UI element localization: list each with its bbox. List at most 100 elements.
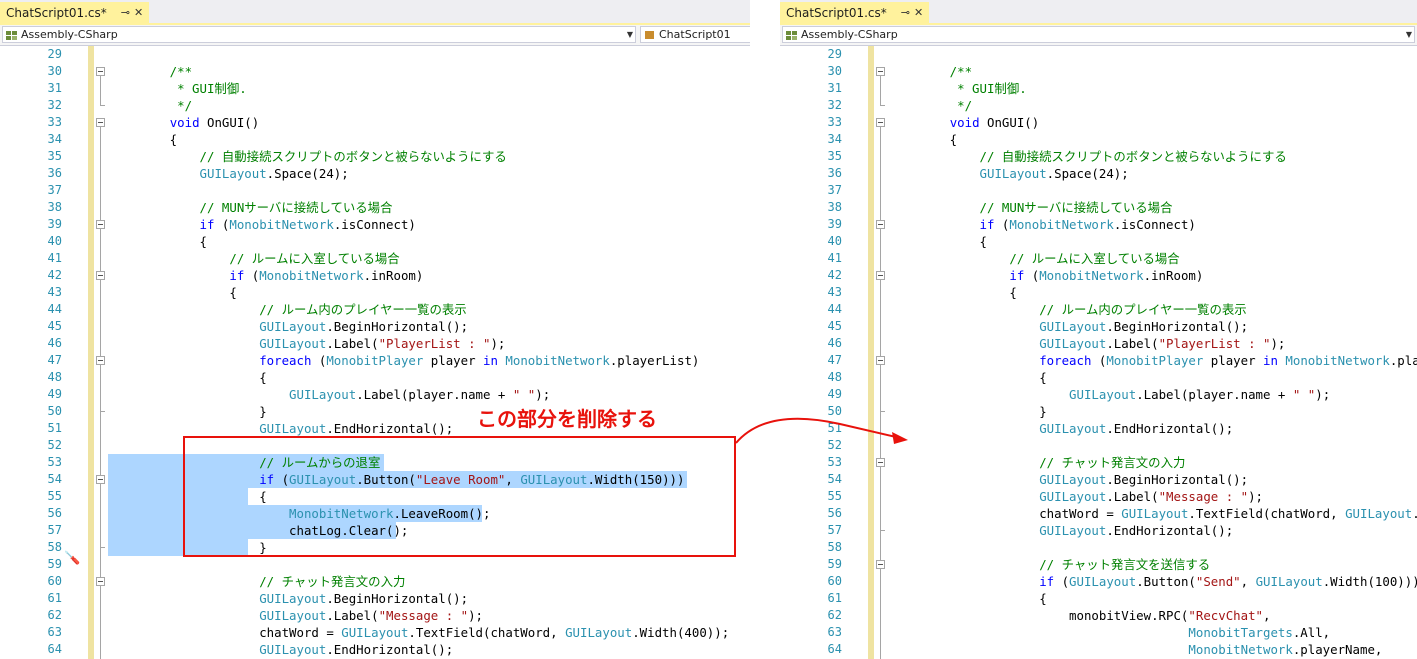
- code-line: GUILayout.Space(24);: [110, 165, 349, 182]
- code-token: chatWord =: [890, 506, 1122, 521]
- code-line: // チャット発言文の入力: [110, 573, 405, 590]
- chevron-down-icon: ▼: [626, 30, 633, 39]
- line-number: 29: [47, 47, 62, 61]
- close-icon[interactable]: ✕: [134, 6, 143, 19]
- close-icon[interactable]: ✕: [914, 6, 923, 19]
- tab-chatscript01[interactable]: ChatScript01.cs* ⊸ ✕: [780, 2, 930, 23]
- code-editor-right[interactable]: 29 30 /** 31 * GUI制御. 32 */ 33 void OnGUI() 3…: [780, 46, 1417, 659]
- code-token: .isConnect): [1113, 217, 1196, 232]
- code-token: player: [423, 353, 484, 368]
- fold-toggle-icon[interactable]: [876, 118, 885, 127]
- line-number: 48: [47, 370, 62, 384]
- code-line: // チャット発言文を送信する: [890, 556, 1210, 573]
- code-token: GUILayout: [1039, 472, 1107, 487]
- code-token: in: [483, 353, 498, 368]
- code-token: GUILayout: [1069, 574, 1137, 589]
- line-number: 63: [827, 625, 842, 639]
- fold-toggle-icon[interactable]: [96, 475, 105, 484]
- code-line: {: [110, 369, 267, 386]
- fold-toggle-icon[interactable]: [96, 67, 105, 76]
- fold-toggle-icon[interactable]: [876, 220, 885, 229]
- line-number: 56: [827, 506, 842, 520]
- code-token: if: [1039, 574, 1055, 589]
- code-line: // 自動接続スクリプトのボタンと被らないようにする: [890, 148, 1287, 165]
- code-token: );: [1248, 489, 1264, 504]
- tab-bar: ChatScript01.cs* ⊸ ✕: [780, 0, 1417, 25]
- fold-toggle-icon[interactable]: [876, 560, 885, 569]
- class-dropdown[interactable]: ChatScript01: [640, 26, 750, 43]
- code-line: * GUI制御.: [110, 80, 247, 97]
- code-token: (: [1091, 353, 1107, 368]
- code-token: (: [311, 353, 327, 368]
- code-line: GUILayout.BeginHorizontal();: [110, 318, 468, 335]
- pin-icon[interactable]: ⊸: [901, 6, 910, 19]
- code-line: if (MonobitNetwork.inRoom): [890, 267, 1203, 284]
- project-dropdown[interactable]: Assembly-CSharp ▼: [2, 26, 636, 43]
- fold-toggle-icon[interactable]: [96, 577, 105, 586]
- code-token: " ": [1292, 387, 1316, 402]
- code-line: {: [890, 284, 1017, 301]
- fold-guide: [880, 467, 881, 531]
- code-token: GUILayout: [1069, 387, 1137, 402]
- code-token: " ": [512, 387, 536, 402]
- code-token: MonobitTargets: [1188, 625, 1293, 640]
- code-line: GUILayout.Label("PlayerList : ");: [110, 335, 505, 352]
- fold-toggle-icon[interactable]: [96, 118, 105, 127]
- line-number: 55: [47, 489, 62, 503]
- code-token: }: [110, 404, 267, 419]
- code-token: {: [110, 370, 267, 385]
- line-number: 30: [827, 64, 842, 78]
- code-line: void OnGUI(): [110, 114, 260, 131]
- line-number: 31: [47, 81, 62, 95]
- code-token: .BeginHorizontal();: [1106, 319, 1249, 334]
- code-line: }: [110, 403, 267, 420]
- tab-chatscript01[interactable]: ChatScript01.cs* ⊸ ✕: [0, 2, 150, 23]
- code-token: .Label(: [1106, 489, 1159, 504]
- code-line: GUILayout.BeginHorizontal();: [110, 590, 468, 607]
- code-token: GUILayout: [1039, 489, 1107, 504]
- code-token: * GUI制御.: [110, 81, 247, 96]
- quick-action-screwdriver-icon[interactable]: 🪛: [64, 551, 80, 566]
- line-number: 38: [47, 200, 62, 214]
- code-token: {: [890, 285, 1017, 300]
- code-line: GUILayout.EndHorizontal();: [890, 420, 1233, 437]
- line-number: 32: [827, 98, 842, 112]
- line-number: 60: [827, 574, 842, 588]
- fold-toggle-icon[interactable]: [876, 67, 885, 76]
- line-number: 45: [47, 319, 62, 333]
- line-number: 36: [827, 166, 842, 180]
- code-token: GUILayout: [259, 591, 327, 606]
- fold-toggle-icon[interactable]: [876, 271, 885, 280]
- code-token: .inRoom): [363, 268, 424, 283]
- fold-toggle-icon[interactable]: [96, 356, 105, 365]
- fold-toggle-icon[interactable]: [96, 271, 105, 280]
- fold-toggle-icon[interactable]: [96, 220, 105, 229]
- pin-icon[interactable]: ⊸: [121, 6, 130, 19]
- code-token: /**: [890, 64, 973, 79]
- class-name: ChatScript01: [659, 28, 731, 41]
- code-line: {: [890, 590, 1046, 607]
- line-number: 47: [827, 353, 842, 367]
- line-number: 52: [47, 438, 62, 452]
- fold-guide: [880, 569, 881, 659]
- code-line: // ルーム内のプレイヤー一覧の表示: [110, 301, 467, 318]
- code-line: GUILayout.BeginHorizontal();: [890, 471, 1248, 488]
- line-number: 32: [47, 98, 62, 112]
- code-editor-left[interactable]: 29 30 /** 31 * GUI制御. 32 */ 33 void OnGUI() 3…: [0, 46, 750, 659]
- code-line: chatWord = GUILayout.TextField(chatWord,…: [890, 505, 1417, 522]
- project-dropdown[interactable]: Assembly-CSharp ▼: [782, 26, 1415, 43]
- code-token: GUILayout: [1039, 421, 1107, 436]
- fold-toggle-icon[interactable]: [876, 356, 885, 365]
- code-line: GUILayout.Label(player.name + " ");: [110, 386, 550, 403]
- line-number: 64: [47, 642, 62, 656]
- tab-title: ChatScript01.cs*: [6, 5, 107, 20]
- code-token: GUILayout: [565, 625, 633, 640]
- code-token: if: [199, 217, 215, 232]
- right-editor-panel: ChatScript01.cs* ⊸ ✕ Assembly-CSharp ▼ 2…: [780, 0, 1417, 659]
- code-token: .TextField(chatWord,: [408, 625, 566, 640]
- code-line: void OnGUI(): [890, 114, 1040, 131]
